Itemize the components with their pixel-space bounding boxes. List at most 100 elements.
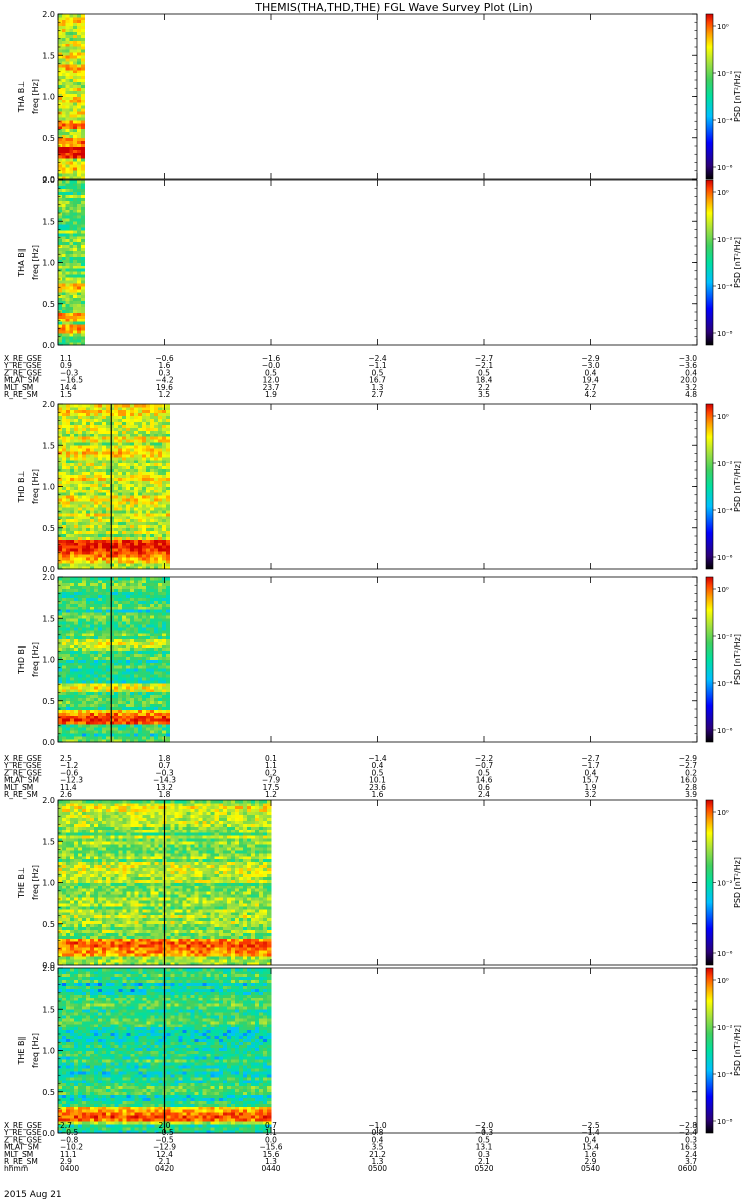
- spectrogram-cell: [125, 635, 131, 640]
- spectrogram-cell: [93, 554, 99, 558]
- colorbar: [705, 13, 714, 180]
- spectrogram-cell: [61, 427, 67, 431]
- spectrogram-cell: [145, 630, 151, 634]
- spectrogram-cell: [61, 303, 66, 307]
- spectrogram-cell: [149, 582, 155, 587]
- spectrogram-cell: [133, 579, 139, 584]
- spectrogram-cell: [77, 533, 83, 537]
- spectrogram-cell: [73, 336, 78, 340]
- spectrogram-cell: [85, 445, 91, 449]
- spectrogram-cell: [58, 230, 63, 234]
- spectrogram-cell: [85, 582, 91, 587]
- spectrogram-cell: [73, 19, 78, 24]
- spectrogram-cell: [125, 471, 131, 476]
- spectrogram-cell: [73, 69, 78, 74]
- spectrogram-cell: [81, 462, 87, 467]
- spectrogram-cell: [105, 677, 111, 681]
- spectrogram-cell: [81, 683, 87, 687]
- spectrogram-cell: [145, 653, 151, 657]
- spectrogram-cell: [121, 495, 127, 499]
- spectrogram-cell: [65, 262, 70, 266]
- panel-ylabel: THA B⊥: [17, 81, 26, 113]
- spectrogram-cell: [153, 563, 159, 567]
- spectrogram-cell: [61, 49, 66, 53]
- spectrogram-cell: [266, 938, 272, 942]
- spectrogram-cell: [137, 498, 143, 502]
- spectrogram-cell: [141, 477, 147, 481]
- spectrogram-cell: [69, 271, 74, 275]
- spectrogram-cell: [105, 468, 111, 473]
- spectrogram-cell: [73, 55, 78, 59]
- spectrogram-cell: [137, 539, 143, 543]
- spectrogram-cell: [93, 471, 99, 476]
- spectrogram-cell: [157, 638, 163, 643]
- spectrogram-cell: [77, 630, 83, 634]
- spectrogram-cell: [70, 947, 75, 951]
- spectrogram-cell: [137, 733, 143, 737]
- spectrogram-cell: [69, 603, 75, 607]
- spectrogram-cell: [141, 530, 147, 534]
- spectrogram-cell: [165, 507, 171, 511]
- spectrogram-cell: [105, 563, 111, 567]
- spectrogram-cell: [113, 665, 119, 669]
- spectrogram-cell: [165, 524, 171, 529]
- spectrogram-cell: [133, 644, 139, 649]
- spectrogram-cell: [105, 492, 111, 496]
- spectrogram-cell: [101, 404, 107, 408]
- spectrogram-cell: [73, 524, 79, 529]
- spectrogram-cell: [74, 926, 79, 930]
- spectrogram-cell: [222, 950, 228, 954]
- spectrogram-cell: [121, 527, 127, 531]
- spectrogram-cell: [97, 712, 103, 716]
- spectrogram-cell: [154, 944, 159, 948]
- spectrogram-cell: [145, 404, 151, 408]
- spectrogram-cell: [66, 920, 71, 925]
- spectrogram-cell: [109, 545, 115, 549]
- spectrogram-cell: [125, 618, 131, 622]
- spectrogram-cell: [105, 603, 111, 607]
- spectrogram-cell: [117, 471, 123, 476]
- spectrogram-cell: [77, 218, 82, 222]
- spectrogram-cell: [141, 554, 147, 558]
- spectrogram-cell: [157, 545, 163, 549]
- spectrogram-cell: [73, 52, 78, 56]
- spectrogram-cell: [109, 445, 115, 449]
- spectrogram-cell: [85, 585, 91, 590]
- spectrogram-cell: [114, 941, 119, 945]
- spectrogram-cell: [69, 164, 74, 168]
- spectrogram-cell: [218, 956, 224, 960]
- spectrogram-cell: [125, 412, 131, 417]
- spectrogram-cell: [77, 477, 83, 481]
- spectrogram-cell: [101, 582, 107, 587]
- spectrogram-cell: [105, 577, 111, 581]
- spectrogram-cell: [77, 203, 82, 207]
- spectrogram-cell: [73, 504, 79, 508]
- spectrogram-cell: [89, 501, 95, 505]
- spectrogram-cell: [138, 929, 143, 933]
- spectrogram-cell: [121, 406, 127, 411]
- spectrogram-cell: [78, 935, 83, 939]
- spectrogram-cell: [113, 433, 119, 437]
- spectrogram-cell: [58, 123, 63, 127]
- spectrogram-cell: [69, 31, 74, 35]
- spectrogram-cell: [77, 424, 83, 428]
- spectrogram-cell: [129, 454, 135, 458]
- spectrogram-cell: [80, 303, 85, 307]
- spectrogram-cell: [61, 333, 66, 337]
- spectrogram-cell: [58, 513, 63, 517]
- spectrogram-cell: [145, 597, 151, 601]
- spectrogram-cell: [105, 504, 111, 508]
- spectrogram-cell: [80, 291, 85, 296]
- spectrogram-cell: [89, 736, 95, 740]
- spectrogram-cell: [125, 465, 131, 470]
- spectrogram-cell: [85, 671, 91, 675]
- spectrogram-cell: [137, 462, 143, 467]
- spectrogram-cell: [80, 67, 85, 71]
- spectrogram-cell: [80, 25, 85, 30]
- spectrogram-cell: [69, 703, 75, 707]
- spectrogram-cell: [129, 653, 135, 657]
- spectrogram-cell: [69, 87, 74, 91]
- spectrogram-cell: [61, 415, 67, 420]
- spectrogram-cell: [97, 718, 103, 722]
- spectrogram-cell: [141, 612, 147, 616]
